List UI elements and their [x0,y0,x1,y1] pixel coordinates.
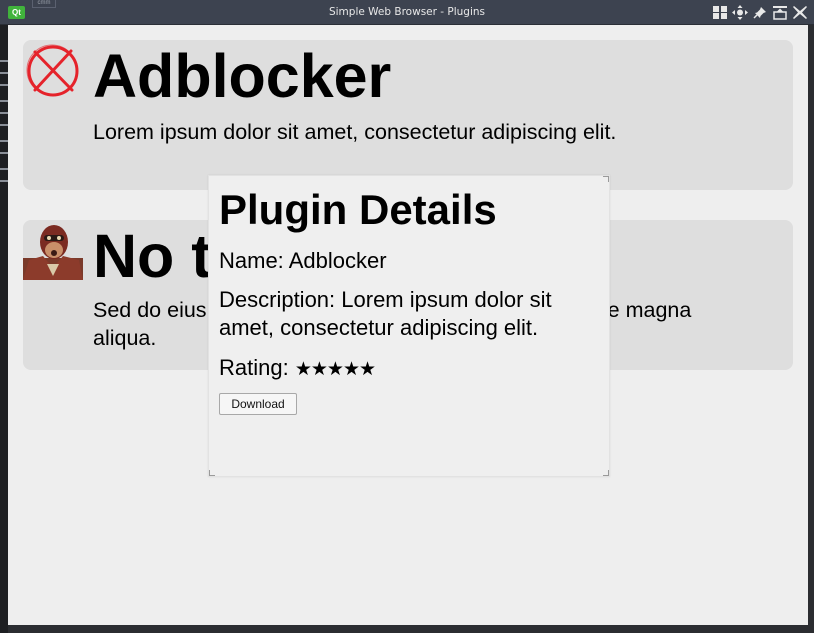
plugin-title: Adblocker [93,42,392,110]
plugin-card-adblocker[interactable]: Adblocker Lorem ipsum dolor sit amet, co… [23,40,793,190]
spy-avatar-icon [23,220,83,280]
crossed-circle-icon [23,40,83,100]
plugin-description-line2: aliqua. [93,326,157,350]
plugin-rating: Rating: ★★★★★ [219,354,599,383]
rating-label: Rating: [219,355,289,380]
plugin-details-dialog: Plugin Details Name: Adblocker Descripti… [208,175,610,477]
plugin-name-label: Name: Adblocker [219,248,387,273]
close-icon[interactable] [792,5,808,20]
plugins-page: Adblocker Lorem ipsum dolor sit amet, co… [8,25,808,625]
dialog-title: Plugin Details [219,186,497,233]
pin-icon[interactable] [752,5,768,20]
window-title: Simple Web Browser - Plugins [328,6,486,18]
maximize-icon[interactable] [772,5,788,20]
plugin-description-label: Description: Lorem ipsum dolor sit amet,… [219,287,552,340]
resize-corner[interactable] [603,176,609,182]
resize-corner[interactable] [209,470,215,476]
resize-corner[interactable] [603,470,609,476]
plugin-description-start: Sed do eius [93,298,207,322]
tile-layout-icon[interactable] [712,5,728,20]
window-titlebar[interactable]: Qt cmm Simple Web Browser - Plugins [0,0,814,25]
download-button[interactable]: Download [219,393,297,415]
plugin-title: No t [93,222,212,290]
rating-stars-icon: ★★★★★ [294,358,376,380]
move-window-icon[interactable] [732,5,748,20]
plugin-description: Lorem ipsum dolor sit amet, consectetur … [93,120,617,144]
window-controls [712,5,808,20]
background-window-strip [0,0,8,633]
